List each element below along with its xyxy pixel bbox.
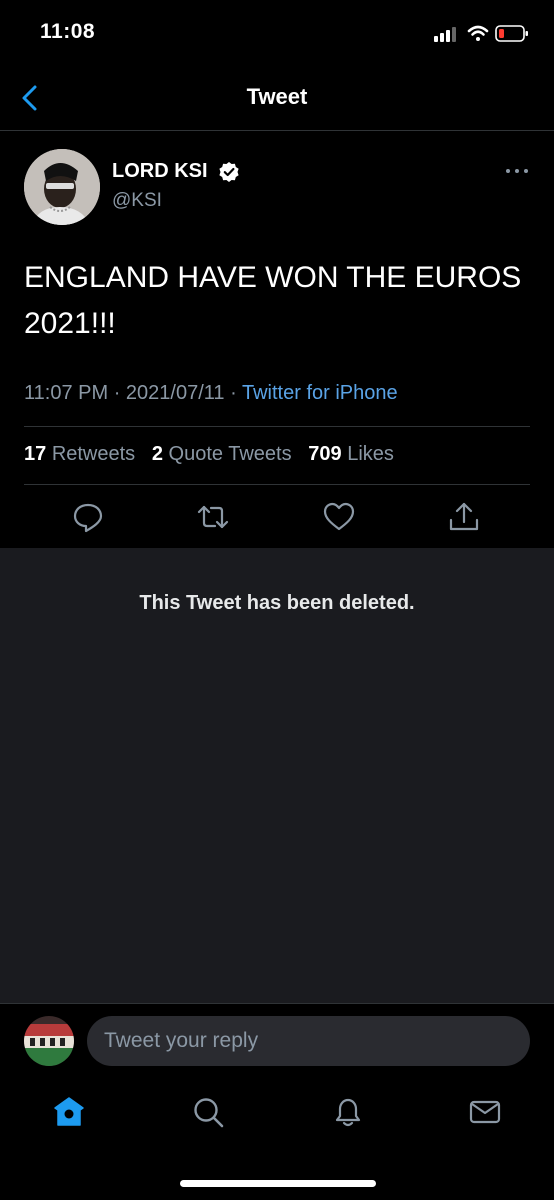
author-name[interactable]: LORD KSI	[112, 160, 208, 183]
retweets-label: Retweets	[51, 443, 136, 465]
quote-tweets-stat[interactable]: 2 Quote Tweets	[152, 443, 292, 465]
tweet-date: 2021/07/11	[125, 382, 225, 404]
reply-divider	[0, 1003, 554, 1004]
status-time: 11:08	[40, 20, 96, 43]
home-icon[interactable]	[52, 1095, 86, 1129]
retweet-icon[interactable]	[196, 500, 230, 534]
like-icon[interactable]	[322, 500, 356, 534]
meta-separator: ·	[113, 382, 121, 404]
messages-icon[interactable]	[468, 1095, 502, 1129]
avatar-image	[24, 149, 100, 225]
author-handle[interactable]: @KSI	[112, 190, 162, 212]
meta-separator: ·	[230, 382, 237, 404]
tweet-stats: 17 Retweets 2 Quote Tweets 709 Likes	[24, 443, 394, 466]
likes-count: 709	[308, 443, 342, 465]
verified-badge-icon	[219, 162, 239, 182]
tweet-text: ENGLAND HAVE WON THE EUROS 2021!!!	[24, 261, 522, 340]
notifications-icon[interactable]	[331, 1095, 365, 1129]
stats-divider	[24, 484, 530, 485]
user-avatar[interactable]	[24, 1016, 74, 1066]
battery-icon	[495, 25, 528, 42]
quotes-label: Quote Tweets	[168, 443, 292, 465]
likes-stat[interactable]: 709 Likes	[308, 443, 394, 465]
home-indicator	[180, 1180, 376, 1187]
tweet-meta: 11:07 PM · 2021/07/11 · Twitter for iPho…	[24, 382, 398, 405]
tweet-source-link[interactable]: Twitter for iPhone	[242, 382, 398, 404]
wifi-icon	[467, 25, 489, 41]
likes-label: Likes	[347, 443, 394, 465]
tweet-time: 11:07 PM	[24, 382, 109, 404]
share-icon[interactable]	[447, 500, 481, 534]
deleted-notice: This Tweet has been deleted.	[139, 592, 415, 614]
deleted-tweet-panel	[0, 548, 554, 1003]
reply-icon[interactable]	[71, 500, 105, 534]
user-avatar-image	[24, 1016, 74, 1066]
reply-input[interactable]	[87, 1016, 530, 1066]
more-options-icon[interactable]	[504, 166, 530, 176]
retweets-stat[interactable]: 17 Retweets	[24, 443, 135, 465]
nav-divider	[0, 130, 554, 131]
page-title: Tweet	[246, 84, 308, 109]
quotes-count: 2	[151, 443, 163, 465]
meta-divider	[24, 426, 530, 427]
avatar[interactable]	[24, 149, 100, 225]
search-icon[interactable]	[191, 1095, 225, 1129]
retweets-count: 17	[24, 443, 47, 465]
status-icons	[434, 25, 528, 42]
signal-icon	[434, 27, 456, 42]
